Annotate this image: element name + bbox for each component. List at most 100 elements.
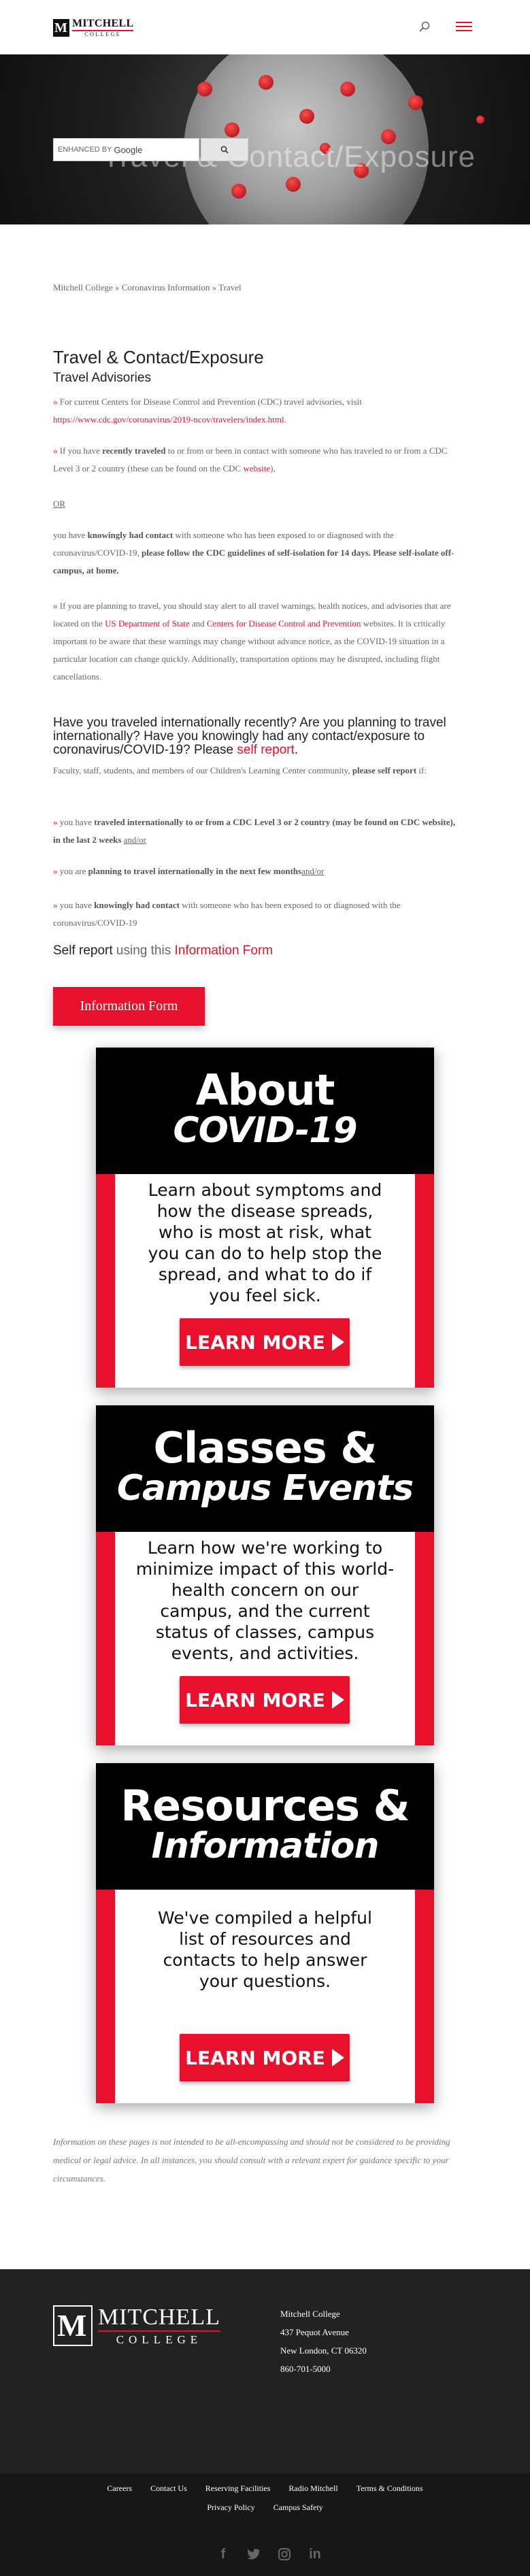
- us-state-department-link[interactable]: US Department of State: [105, 618, 190, 629]
- breadcrumb-item-coronavirus[interactable]: Coronavirus Information: [122, 282, 210, 292]
- breadcrumb-item-home[interactable]: Mitchell College: [53, 282, 113, 292]
- information-form-link[interactable]: Information Form: [174, 943, 273, 958]
- text: and/or: [123, 835, 146, 845]
- self-report-link[interactable]: self report: [237, 743, 294, 757]
- learn-more-button[interactable]: LEARN MORE: [180, 2034, 350, 2081]
- footer-links-row1: Careers Contact Us Reserving Facilities …: [0, 2483, 530, 2494]
- card-title-line1: Resources &: [120, 1781, 410, 1830]
- footer-logo[interactable]: MITCHELL COLLEGE: [53, 2305, 220, 2347]
- footer-link-radio[interactable]: Radio Mitchell: [288, 2483, 337, 2493]
- footer-link-safety[interactable]: Campus Safety: [274, 2503, 323, 2512]
- footer-link-terms[interactable]: Terms & Conditions: [357, 2483, 423, 2493]
- bullet-icon: »: [53, 397, 60, 407]
- card-text: We've compiled a helpful list of resourc…: [158, 1908, 372, 1991]
- text: LEARN MORE: [185, 2046, 325, 2069]
- logo-text: MITCHELL COLLEGE: [72, 18, 134, 37]
- card-about-covid[interactable]: About COVID-19 Learn about symptoms and …: [96, 1048, 434, 1388]
- section-subtitle: Travel Advisories: [53, 371, 151, 385]
- footer-link-privacy[interactable]: Privacy Policy: [207, 2503, 254, 2512]
- cdc-prevention-link[interactable]: Centers for Disease Control and Preventi…: [207, 618, 361, 629]
- social-links: f in: [216, 2547, 322, 2562]
- text: LEARN MORE: [185, 1688, 325, 1711]
- footer-links-row2: Privacy Policy Campus Safety: [0, 2503, 530, 2513]
- page-title: Travel & Contact/Exposure: [53, 347, 264, 367]
- or-label: OR: [53, 495, 461, 513]
- text: using this: [112, 943, 175, 958]
- footer-address: Mitchell College 437 Pequot Avenue New L…: [280, 2305, 367, 2378]
- search-submit-button[interactable]: [201, 138, 248, 161]
- footer-logo-bottom: COLLEGE: [116, 2333, 203, 2346]
- play-arrow-icon: [331, 2049, 344, 2067]
- text: knowingly had contact: [87, 530, 173, 540]
- text: and: [189, 618, 208, 629]
- text: .: [284, 414, 286, 424]
- text: please self report: [352, 765, 417, 775]
- bullet-icon: »: [53, 446, 60, 456]
- information-form-button[interactable]: Information Form: [53, 987, 205, 1026]
- card-header: About COVID-19: [96, 1048, 434, 1174]
- footer-logo-text: MITCHELL COLLEGE: [98, 2305, 220, 2347]
- text: If you have: [59, 446, 103, 456]
- bullet-icon: »: [53, 817, 60, 827]
- facebook-icon[interactable]: f: [216, 2547, 231, 2562]
- list-item-traveled-internationally: » you have traveled internationally to o…: [53, 814, 461, 849]
- card-text: Learn how we're working to minimize impa…: [135, 1538, 395, 1663]
- text: ),: [270, 463, 276, 473]
- text: you are: [59, 866, 88, 876]
- list-item-knowingly-contact: » you have knowingly had contact with so…: [53, 897, 461, 932]
- list-item-planning-international: » you are planning to travel internation…: [53, 863, 461, 880]
- card-header: Classes & Campus Events: [96, 1405, 434, 1532]
- bullet-icon: »: [53, 866, 60, 876]
- cdc-website-link-2[interactable]: website: [422, 817, 450, 827]
- card-title-line1: About: [195, 1065, 335, 1115]
- instagram-icon[interactable]: [277, 2547, 292, 2562]
- text: and/or: [301, 866, 325, 876]
- search-icon: [220, 146, 229, 154]
- logo-top-text: MITCHELL: [72, 18, 134, 31]
- card-body: Learn how we're working to minimize impa…: [96, 1532, 434, 1745]
- paragraph-knowingly-contact: you have knowingly had contact with some…: [53, 526, 461, 580]
- learn-more-button[interactable]: LEARN MORE: [180, 1676, 350, 1724]
- card-resources-info[interactable]: Resources & Information We've compiled a…: [96, 1763, 434, 2103]
- site-footer: MITCHELL COLLEGE Mitchell College 437 Pe…: [0, 2269, 530, 2473]
- text: planning to travel internationally in th…: [88, 866, 302, 876]
- logo-mark-icon: [53, 19, 69, 37]
- footer-link-careers[interactable]: Careers: [107, 2483, 132, 2493]
- site-header: MITCHELL COLLEGE: [0, 0, 530, 54]
- search-brand: Google: [114, 144, 143, 155]
- text: recently traveled: [102, 446, 166, 456]
- twitter-icon[interactable]: [246, 2547, 261, 2562]
- search-icon[interactable]: [419, 21, 430, 32]
- text: if:: [416, 765, 427, 775]
- text: you have: [59, 900, 95, 910]
- site-logo[interactable]: MITCHELL COLLEGE: [53, 18, 134, 38]
- bullet-icon: »: [53, 900, 60, 910]
- card-title-line2: Campus Events: [116, 1468, 414, 1509]
- footer-link-contact[interactable]: Contact Us: [150, 2483, 187, 2493]
- self-report-heading: Have you traveled internationally recent…: [53, 716, 468, 757]
- learn-more-button[interactable]: LEARN MORE: [180, 1318, 350, 1366]
- card-body: Learn about symptoms and how the disease…: [96, 1174, 434, 1388]
- logo-bottom-text: COLLEGE: [84, 31, 122, 37]
- hamburger-menu-icon[interactable]: [456, 19, 472, 33]
- text: Faculty, staff, students, and members of…: [53, 765, 352, 775]
- footer-link-facilities[interactable]: Reserving Facilities: [205, 2483, 271, 2493]
- address-phone[interactable]: 860-701-5000: [280, 2360, 367, 2378]
- logo-mark-icon: [53, 2305, 93, 2346]
- address-street: 437 Pequot Avenue: [280, 2327, 349, 2337]
- cdc-website-link[interactable]: website: [243, 463, 270, 473]
- breadcrumb-item-current: Travel: [218, 282, 242, 292]
- cdc-travel-link[interactable]: https://www.cdc.gov/coronavirus/2019-nco…: [53, 414, 284, 424]
- address-city: New London, CT 06320: [280, 2345, 367, 2356]
- footer-logo-top: MITCHELL: [98, 2305, 220, 2332]
- breadcrumb: Mitchell College » Coronavirus Informati…: [53, 282, 461, 293]
- text: knowingly had contact: [94, 900, 180, 910]
- paragraph-recently-traveled: » If you have recently traveled to or fr…: [53, 442, 461, 478]
- footer-search-input[interactable]: ENHANCED BY Google: [53, 138, 199, 161]
- paragraph-please-self-report: Faculty, staff, students, and members of…: [53, 762, 461, 780]
- text: For current Centers for Disease Control …: [59, 397, 362, 407]
- search-placeholder: ENHANCED BY: [58, 146, 112, 154]
- card-classes-events[interactable]: Classes & Campus Events Learn how we're …: [96, 1405, 434, 1745]
- linkedin-icon[interactable]: in: [308, 2547, 322, 2562]
- card-title-line2: Information: [151, 1826, 379, 1867]
